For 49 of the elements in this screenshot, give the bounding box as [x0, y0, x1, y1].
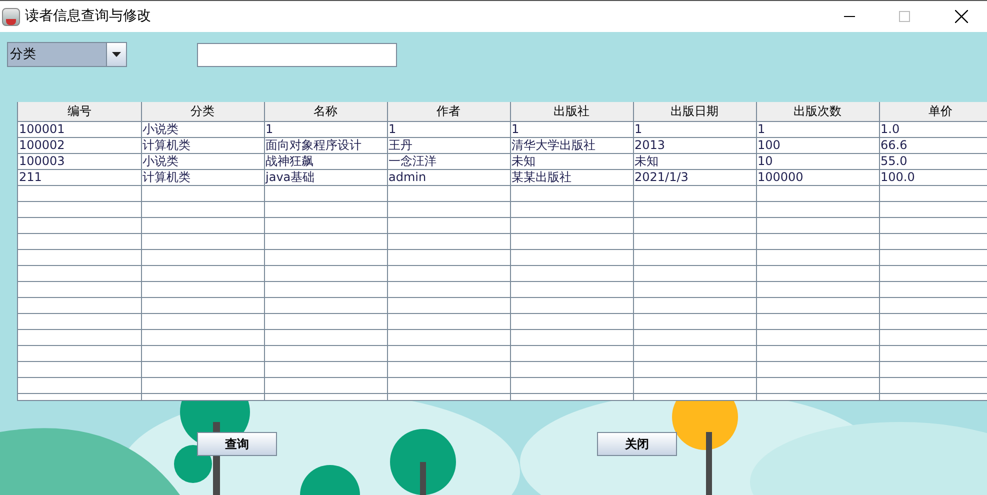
- app-icon: [2, 8, 20, 26]
- table-cell: 未知: [510, 153, 633, 169]
- table-cell: 某某出版社: [510, 169, 633, 185]
- category-dropdown[interactable]: 分类: [7, 42, 127, 67]
- column-header[interactable]: 单价: [879, 102, 987, 121]
- table-cell: 清华大学出版社: [510, 137, 633, 153]
- table-cell: 战神狂飙: [264, 153, 387, 169]
- table-cell: 55.0: [879, 153, 987, 169]
- table-cell: 计算机类: [141, 137, 264, 153]
- table-cell: java基础: [264, 169, 387, 185]
- column-header[interactable]: 编号: [18, 102, 141, 121]
- table-cell: 100003: [18, 153, 141, 169]
- column-header[interactable]: 出版次数: [756, 102, 879, 121]
- table-cell: 1: [264, 121, 387, 137]
- column-header[interactable]: 分类: [141, 102, 264, 121]
- column-header[interactable]: 作者: [387, 102, 510, 121]
- column-header[interactable]: 名称: [264, 102, 387, 121]
- table-cell: admin: [387, 169, 510, 185]
- caret-icon: [112, 52, 121, 57]
- table-cell: 1: [756, 121, 879, 137]
- table-cell: 计算机类: [141, 169, 264, 185]
- table-cell: 王丹: [387, 137, 510, 153]
- window-title: 读者信息查询与修改: [25, 7, 151, 26]
- column-header[interactable]: 出版日期: [633, 102, 756, 121]
- table-cell: 211: [18, 169, 141, 185]
- table-cell: 100000: [756, 169, 879, 185]
- close-icon[interactable]: [955, 10, 968, 23]
- table-cell: 100.0: [879, 169, 987, 185]
- table-cell: 66.6: [879, 137, 987, 153]
- table-cell: 1: [510, 121, 633, 137]
- table-cell: 面向对象程序设计: [264, 137, 387, 153]
- column-header[interactable]: 出版社: [510, 102, 633, 121]
- table-cell: 小说类: [141, 153, 264, 169]
- minimize-icon[interactable]: [844, 16, 855, 18]
- search-field[interactable]: [197, 42, 397, 66]
- table-cell: 2013: [633, 137, 756, 153]
- table-cell: 1.0: [879, 121, 987, 137]
- table-cell: 10: [756, 153, 879, 169]
- table-cell: 小说类: [141, 121, 264, 137]
- table-cell: 一念汪洋: [387, 153, 510, 169]
- table-cell: 2021/1/3: [633, 169, 756, 185]
- table-cell: 100001: [18, 121, 141, 137]
- table-cell: 1: [633, 121, 756, 137]
- table-cell: 100: [756, 137, 879, 153]
- action-button[interactable]: 关闭: [597, 432, 677, 456]
- action-button[interactable]: 查询: [197, 432, 277, 456]
- table-cell: 100002: [18, 137, 141, 153]
- table-cell: 未知: [633, 153, 756, 169]
- table-cell: 1: [387, 121, 510, 137]
